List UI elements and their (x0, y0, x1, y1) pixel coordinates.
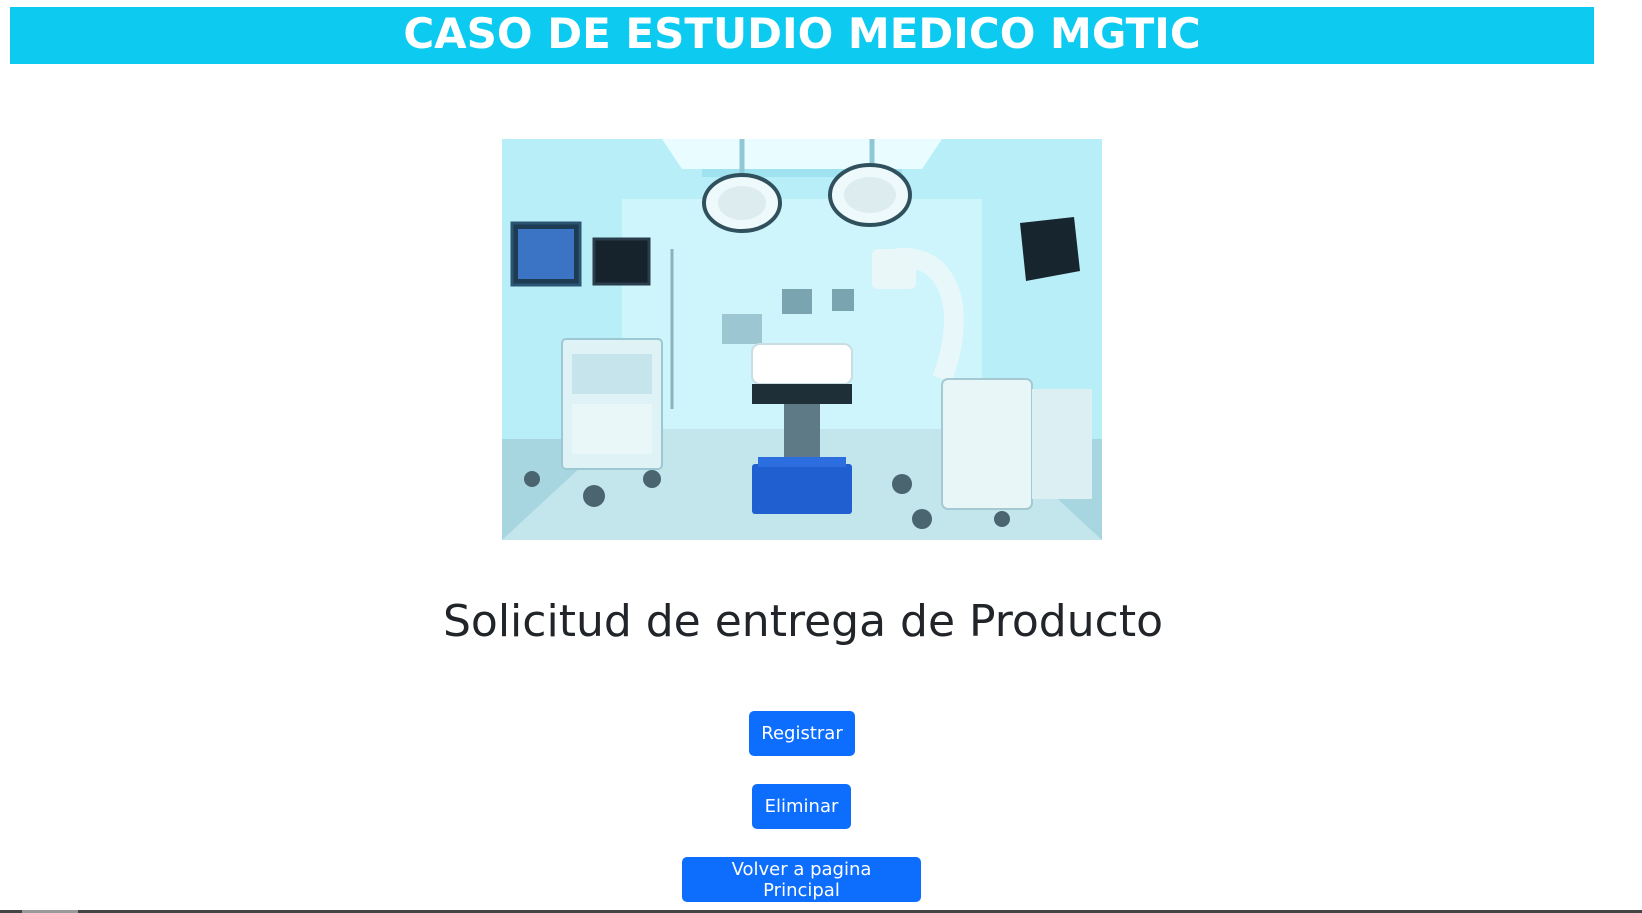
registrar-button[interactable]: Registrar (749, 711, 855, 756)
operating-room-photo (502, 139, 1102, 540)
volver-pagina-principal-button[interactable]: Volver a pagina Principal (682, 857, 921, 902)
operating-room-illustration (502, 139, 1102, 540)
header-banner: CASO DE ESTUDIO MEDICO MGTIC (10, 7, 1594, 64)
site-title: CASO DE ESTUDIO MEDICO MGTIC (403, 8, 1201, 58)
eliminar-button[interactable]: Eliminar (752, 784, 851, 829)
page-title: Solicitud de entrega de Producto (442, 596, 1163, 647)
